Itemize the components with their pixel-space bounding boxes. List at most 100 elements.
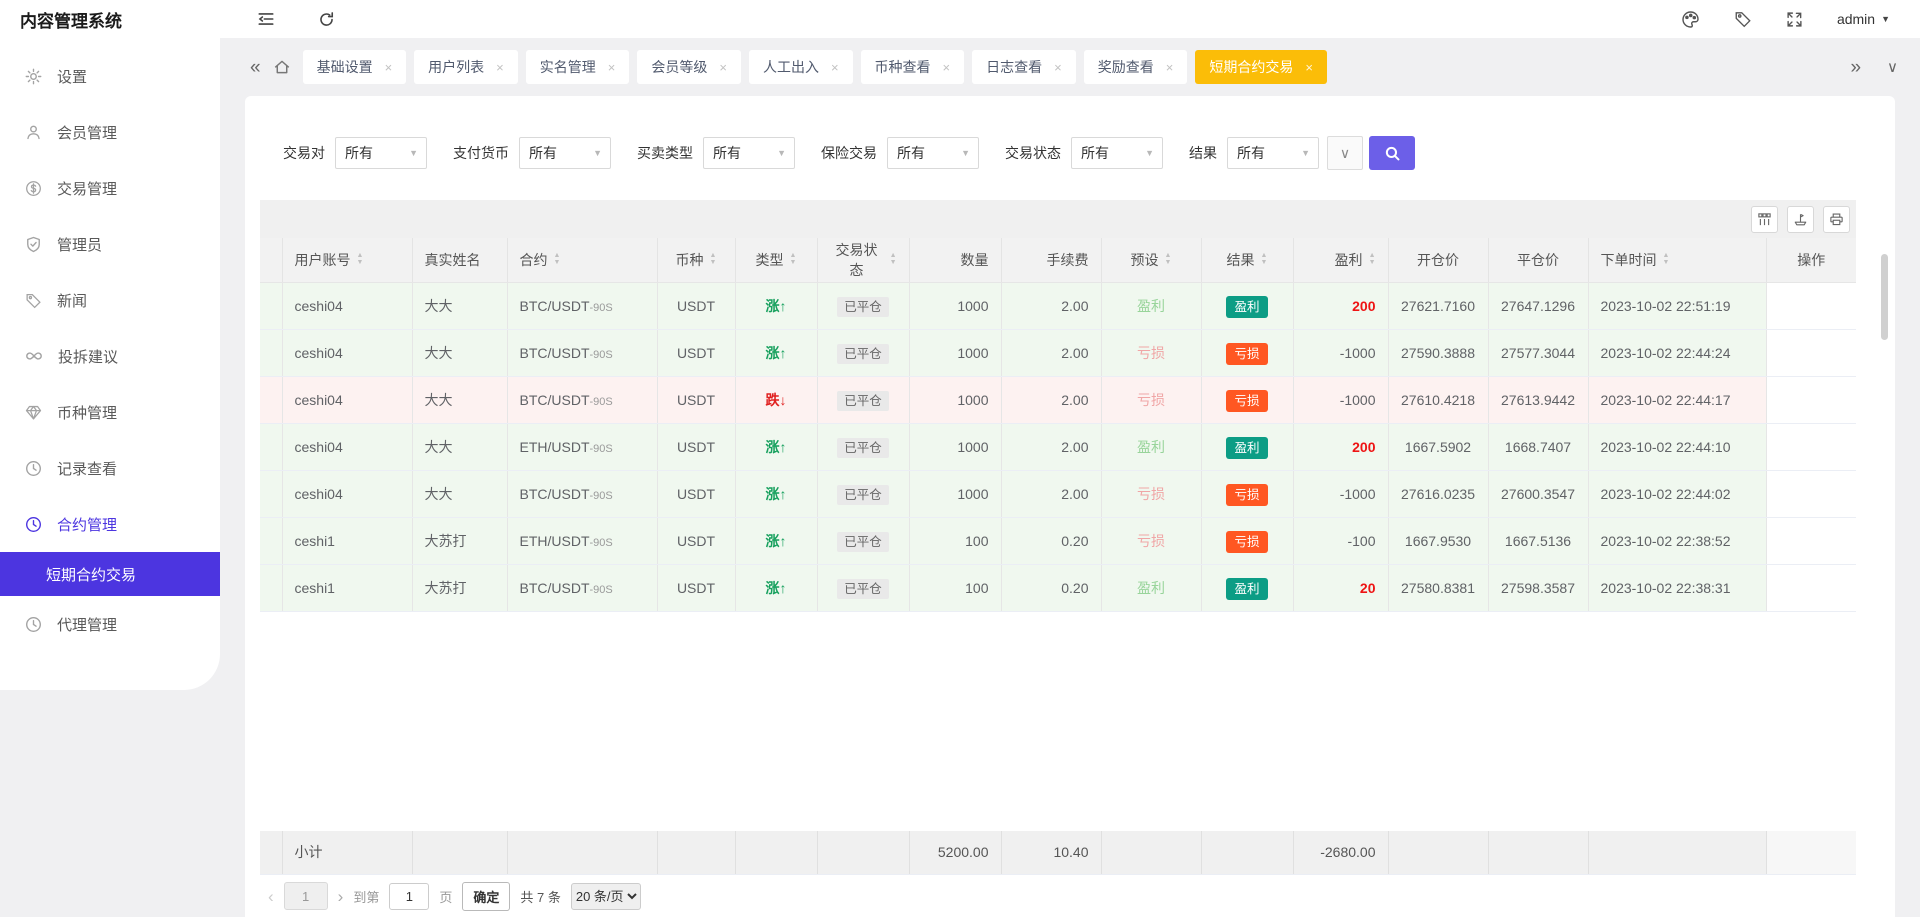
buy-sell-type-select[interactable]: 所有 ▼ <box>703 137 795 169</box>
sidebar-item-agents[interactable]: 代理管理 <box>0 596 220 652</box>
cell-type: 涨↑ <box>735 517 818 565</box>
tab-options-icon[interactable]: ∨ <box>1887 60 1898 75</box>
column-header-14[interactable]: 下单时间 ▲ ▼ <box>1588 238 1767 283</box>
collapse-sidebar-icon[interactable] <box>256 9 276 29</box>
tab-item-3[interactable]: 会员等级 × <box>637 50 741 84</box>
scroll-tabs-right-icon[interactable]: » <box>1850 58 1861 77</box>
column-header-1[interactable]: 用户账号 ▲ ▼ <box>282 238 413 283</box>
cell-real-name: 大大 <box>412 282 508 330</box>
insurance-trade-select[interactable]: 所有 ▼ <box>887 137 979 169</box>
sidebar-item-feedback[interactable]: 投拆建议 <box>0 328 220 384</box>
sidebar-item-records[interactable]: 记录查看 <box>0 440 220 496</box>
tag-icon[interactable] <box>1733 9 1753 29</box>
trade-status-select[interactable]: 所有 ▼ <box>1071 137 1163 169</box>
close-icon[interactable]: × <box>1305 61 1313 74</box>
close-icon[interactable]: × <box>943 61 951 74</box>
table-row[interactable]: ceshi04 大大 ETH/USDT-90S USDT 涨↑ 已平仓 1000 2.00 盈利… <box>260 423 1856 471</box>
close-icon[interactable]: × <box>385 61 393 74</box>
cell-open-price: 27616.0235 <box>1388 470 1489 518</box>
goto-confirm-button[interactable]: 确定 <box>462 881 511 911</box>
sort-icon[interactable]: ▲ ▼ <box>554 252 561 267</box>
table-row[interactable]: ceshi04 大大 BTC/USDT-90S USDT 涨↑ 已平仓 1000 2.00 亏损… <box>260 329 1856 377</box>
sort-icon[interactable]: ▲ ▼ <box>1261 252 1268 267</box>
sort-icon[interactable]: ▲ ▼ <box>890 252 897 267</box>
column-header-9[interactable]: 预设 ▲ ▼ <box>1101 238 1202 283</box>
close-icon[interactable]: × <box>1054 61 1062 74</box>
export-button[interactable] <box>1787 205 1814 233</box>
sidebar-item-admins[interactable]: 管理员 <box>0 216 220 272</box>
sidebar-item-members[interactable]: 会员管理 <box>0 104 220 160</box>
cell-actions <box>1765 517 1856 565</box>
sidebar-subitem-short-contract-trade[interactable]: 短期合约交易 <box>0 552 220 596</box>
goto-page-input[interactable] <box>389 882 430 910</box>
sidebar-item-news[interactable]: 新闻 <box>0 272 220 328</box>
sidebar-item-settings[interactable]: 设置 <box>0 48 220 104</box>
tab-item-2[interactable]: 实名管理 × <box>525 50 630 84</box>
tab-item-1[interactable]: 用户列表 × <box>414 50 518 84</box>
column-header-4[interactable]: 币种 ▲ ▼ <box>657 238 736 283</box>
columns-toggle-button[interactable] <box>1751 205 1778 233</box>
home-icon[interactable] <box>273 58 291 76</box>
current-page[interactable]: 1 <box>283 882 328 910</box>
trade-pair-select[interactable]: 所有 ▼ <box>335 137 427 169</box>
table-row[interactable]: ceshi04 大大 BTC/USDT-90S USDT 涨↑ 已平仓 1000 2.00 亏损… <box>260 470 1856 518</box>
tab-item-6[interactable]: 日志查看 × <box>972 50 1076 84</box>
sidebar-item-coins[interactable]: 币种管理 <box>0 384 220 440</box>
column-header-5[interactable]: 类型 ▲ ▼ <box>735 238 818 283</box>
close-icon[interactable]: × <box>496 61 504 74</box>
tab-label: 奖励查看 <box>1097 59 1154 75</box>
column-header-6[interactable]: 交易状态 ▲ ▼ <box>817 238 910 283</box>
column-header-11[interactable]: 盈利 ▲ ▼ <box>1293 238 1389 283</box>
sort-icon[interactable]: ▲ ▼ <box>710 252 717 267</box>
refresh-icon[interactable] <box>316 9 336 29</box>
page-size-select[interactable]: 20 条/页 <box>570 882 641 910</box>
sidebar: 设置 会员管理 交易管理 管理员 新闻 投拆建议 币种管理 记录查看 合约管理 … <box>0 38 220 690</box>
sort-icon[interactable]: ▲ ▼ <box>1369 252 1376 267</box>
cell-fee: 2.00 <box>1001 282 1102 330</box>
sort-icon[interactable]: ▲ ▼ <box>357 252 364 267</box>
tab-item-0[interactable]: 基础设置 × <box>302 50 407 84</box>
table-row[interactable]: ceshi1 大苏打 ETH/USDT-90S USDT 涨↑ 已平仓 100 0.20 亏损亏… <box>260 517 1856 565</box>
pay-currency-select[interactable]: 所有 ▼ <box>519 137 611 169</box>
column-header-3[interactable]: 合约 ▲ ▼ <box>507 238 658 283</box>
result-select[interactable]: 所有 ▼ <box>1227 137 1319 169</box>
column-label: 平仓价 <box>1517 251 1559 268</box>
scroll-tabs-left-icon[interactable]: « <box>250 58 261 77</box>
tab-item-5[interactable]: 币种查看 × <box>860 50 965 84</box>
print-button[interactable] <box>1823 205 1850 233</box>
user-menu[interactable]: admin ▼ <box>1837 11 1890 27</box>
cell-fee: 0.20 <box>1001 517 1102 565</box>
fullscreen-icon[interactable] <box>1785 9 1805 29</box>
cell-status: 已平仓 <box>817 282 910 330</box>
sidebar-item-contracts[interactable]: 合约管理 <box>0 496 220 552</box>
next-page-icon[interactable]: › <box>338 888 344 905</box>
sidebar-item-trades[interactable]: 交易管理 <box>0 160 220 216</box>
sort-icon[interactable]: ▲ ▼ <box>1663 252 1670 267</box>
close-icon[interactable]: × <box>1166 61 1174 74</box>
status-badge: 已平仓 <box>837 344 889 364</box>
close-icon[interactable]: × <box>831 61 839 74</box>
expand-filters-button[interactable]: ∨ <box>1327 136 1363 170</box>
cell-time: 2023-10-02 22:44:10 <box>1588 423 1767 471</box>
cell-amount: 1000 <box>909 376 1002 424</box>
cell-account: ceshi04 <box>282 470 413 518</box>
table-row[interactable]: ceshi04 大大 BTC/USDT-90S USDT 涨↑ 已平仓 1000 2.00 盈利… <box>260 282 1856 330</box>
tab-item-7[interactable]: 奖励查看 × <box>1083 50 1188 84</box>
cell-type: 涨↑ <box>735 470 818 518</box>
cell-close-price: 27613.9442 <box>1488 376 1589 424</box>
prev-page-icon[interactable]: ‹ <box>268 888 274 905</box>
vertical-scrollbar[interactable] <box>1881 254 1888 340</box>
cell-time: 2023-10-02 22:38:52 <box>1588 517 1767 565</box>
table-row[interactable]: ceshi1 大苏打 BTC/USDT-90S USDT 涨↑ 已平仓 100 0.20 盈利盈… <box>260 564 1856 612</box>
column-header-10[interactable]: 结果 ▲ ▼ <box>1201 238 1294 283</box>
tab-item-8[interactable]: 短期合约交易 × <box>1195 50 1327 84</box>
sort-icon[interactable]: ▲ ▼ <box>790 252 797 267</box>
close-icon[interactable]: × <box>608 61 616 74</box>
table-header-row: 用户账号 ▲ ▼ 真实姓名 合约 ▲ ▼ 币种 ▲ ▼ 类型 ▲ ▼ 交易状态 ▲ ▼ 数量 手续费 预设 ▲ ▼ 结果 ▲… <box>260 238 1856 283</box>
tab-item-4[interactable]: 人工出入 × <box>748 50 853 84</box>
sort-icon[interactable]: ▲ ▼ <box>1165 252 1172 267</box>
theme-palette-icon[interactable] <box>1681 9 1701 29</box>
table-row[interactable]: ceshi04 大大 BTC/USDT-90S USDT 跌↓ 已平仓 1000 2.00 亏损… <box>260 376 1856 424</box>
search-button[interactable] <box>1369 136 1415 170</box>
close-icon[interactable]: × <box>719 61 727 74</box>
